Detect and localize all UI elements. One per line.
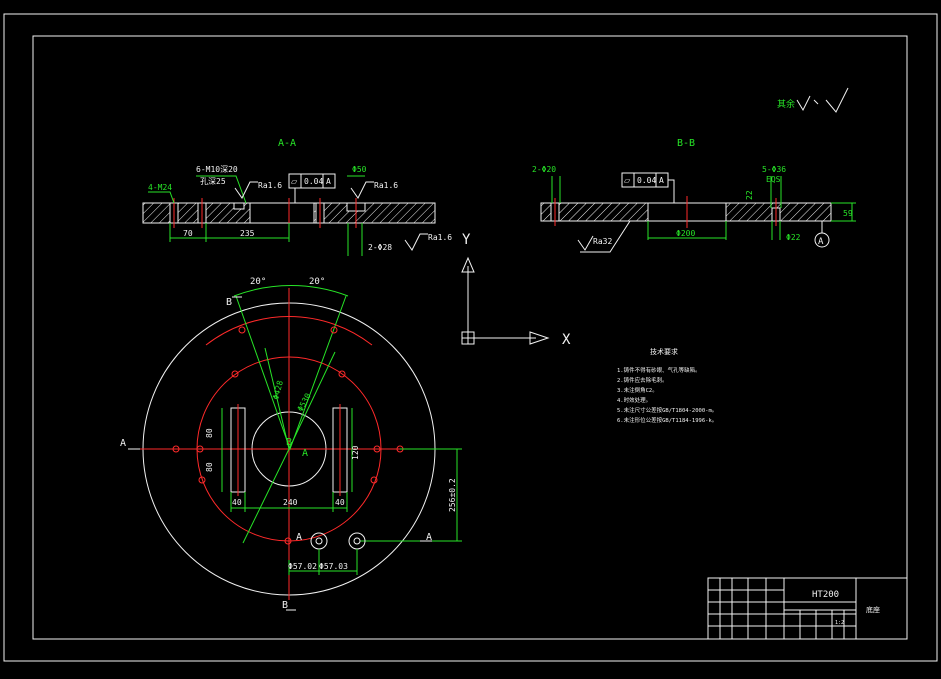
section-aa-view: A-A 6-M10深20 孔深25 Ra1.6 ⏥ 0.04 A Φ50 Ra1… [142, 138, 452, 256]
flatness-datum-aa: A [326, 177, 331, 186]
dim-80b: 80 [205, 462, 214, 472]
pins-leader [148, 191, 175, 204]
section-bb-view: B-B 2-Φ20 ⏥ 0.04 A 5-Φ36 EQS 22 59 Ra32 [532, 138, 856, 253]
flatness-val-bb: 0.04 [637, 176, 656, 185]
tech-note-line: 1.铸件不得有砂眼、气孔等缺陷。 [617, 366, 701, 374]
tech-note-line: 2.铸件应去除毛刺。 [617, 376, 668, 384]
dim-bottom-a: Φ57.02 [288, 562, 317, 571]
dim-40a: 40 [232, 498, 242, 507]
ra-right-label: Ra1.6 [374, 181, 398, 190]
tb-material: HT200 [812, 590, 839, 600]
hole-depth-label: 孔深25 [200, 177, 226, 186]
ra-bottom-label: Ra1.6 [428, 233, 452, 242]
locating-hole-1 [310, 532, 328, 550]
bb-holes-right: 5-Φ36 [762, 165, 786, 174]
tech-note-line: 5.未注尺寸公差按GB/T1804-2000-m。 [617, 406, 717, 414]
bb-ra-symbol-icon [577, 235, 594, 251]
holes-bottom-label: 2-Φ28 [368, 243, 392, 252]
tb-part-name: 底座 [866, 605, 880, 614]
section-aa-label: A-A [278, 138, 296, 149]
dim-80a: 80 [205, 428, 214, 438]
flatness-leader-bb [668, 179, 675, 203]
bb-eqs: EQS [766, 175, 781, 184]
label-a-center: A [302, 448, 308, 459]
label-b-bottom: B [282, 600, 288, 611]
section-aa-countersink-1 [233, 202, 245, 210]
bb-dia-22: Φ22 [786, 233, 801, 242]
label-a-left: A [120, 438, 126, 449]
flatness-datum-bb: A [659, 176, 664, 185]
plan-view: 20° 20° B Φ428 Φ530 80 80 120 40 240 40 … [120, 277, 462, 611]
tb-scale: 1:2 [835, 620, 844, 626]
dim-235: 235 [240, 229, 255, 238]
technical-requirements: 技术要求 1.铸件不得有砂眼、气孔等缺陷。 2.铸件应去除毛刺。 3.未注倒角C… [617, 347, 717, 424]
label-b-top: B [226, 297, 232, 308]
roughness-symbol-icon [796, 87, 849, 113]
pins-label: 4-M24 [148, 183, 172, 192]
dim-40b: 40 [335, 498, 345, 507]
angle-arc [233, 285, 349, 297]
locating-hole-2-inner [353, 537, 361, 545]
dim-70: 70 [183, 229, 193, 238]
section-aa-center-bore [249, 202, 315, 224]
ucs-x-label: X [562, 332, 571, 348]
cad-drawing-canvas: 其余 A-A 6-M10深20 孔深25 Ra1.6 ⏥ 0.04 A Φ50 … [3, 13, 938, 662]
holes-label: 6-M10深20 [196, 165, 238, 174]
bb-dim-22: 22 [745, 190, 754, 200]
ra-right-symbol-icon [350, 181, 374, 199]
flatness-sym-aa: ⏥ [291, 177, 298, 186]
tech-note-line: 3.未注倒角C2。 [617, 386, 658, 394]
dia-inner-leader [288, 351, 336, 450]
tech-notes-title: 技术要求 [650, 347, 678, 356]
label-a-bottom: A [296, 532, 302, 543]
bb-ra-left: Ra32 [593, 237, 612, 246]
label-b-center: B [286, 437, 292, 448]
dim-240: 240 [283, 498, 298, 507]
section-bb-label: B-B [677, 138, 695, 149]
dim-120: 120 [351, 445, 360, 460]
locating-hole-1-inner [315, 537, 323, 545]
ucs-y-label: Y [462, 232, 471, 248]
tech-note-line: 4.时效处理。 [617, 396, 651, 404]
bb-dim-59: 59 [843, 209, 853, 218]
dia-diagonal-line [242, 448, 290, 544]
general-roughness-note: 其余 [777, 87, 849, 113]
dia-top-label: Φ50 [352, 165, 367, 174]
bb-holes-left: 2-Φ20 [532, 165, 556, 174]
angle-lines [235, 295, 347, 451]
ra-left-label: Ra1.6 [258, 181, 282, 190]
roughness-prefix: 其余 [777, 98, 795, 110]
datum-label: A [818, 237, 824, 247]
flatness-sym-bb: ⏥ [624, 176, 631, 185]
ra-bottom-symbol-icon [404, 233, 428, 251]
flatness-val-aa: 0.04 [304, 177, 323, 186]
ucs-icon: Y X [461, 232, 571, 348]
dim-bottom-b: Φ57.03 [319, 562, 348, 571]
bolt-hole [238, 326, 246, 334]
tech-note-line: 6.未注形位公差按GB/T1184-1996-k。 [617, 416, 717, 424]
dia-inner: Φ530 [296, 392, 313, 413]
ra-left-symbol-icon [234, 181, 258, 199]
angle-left: 20° [250, 277, 266, 287]
dim-256: 256±0.2 [448, 478, 457, 512]
bb-dia-200: Φ200 [676, 229, 695, 238]
angle-right: 20° [309, 277, 325, 287]
